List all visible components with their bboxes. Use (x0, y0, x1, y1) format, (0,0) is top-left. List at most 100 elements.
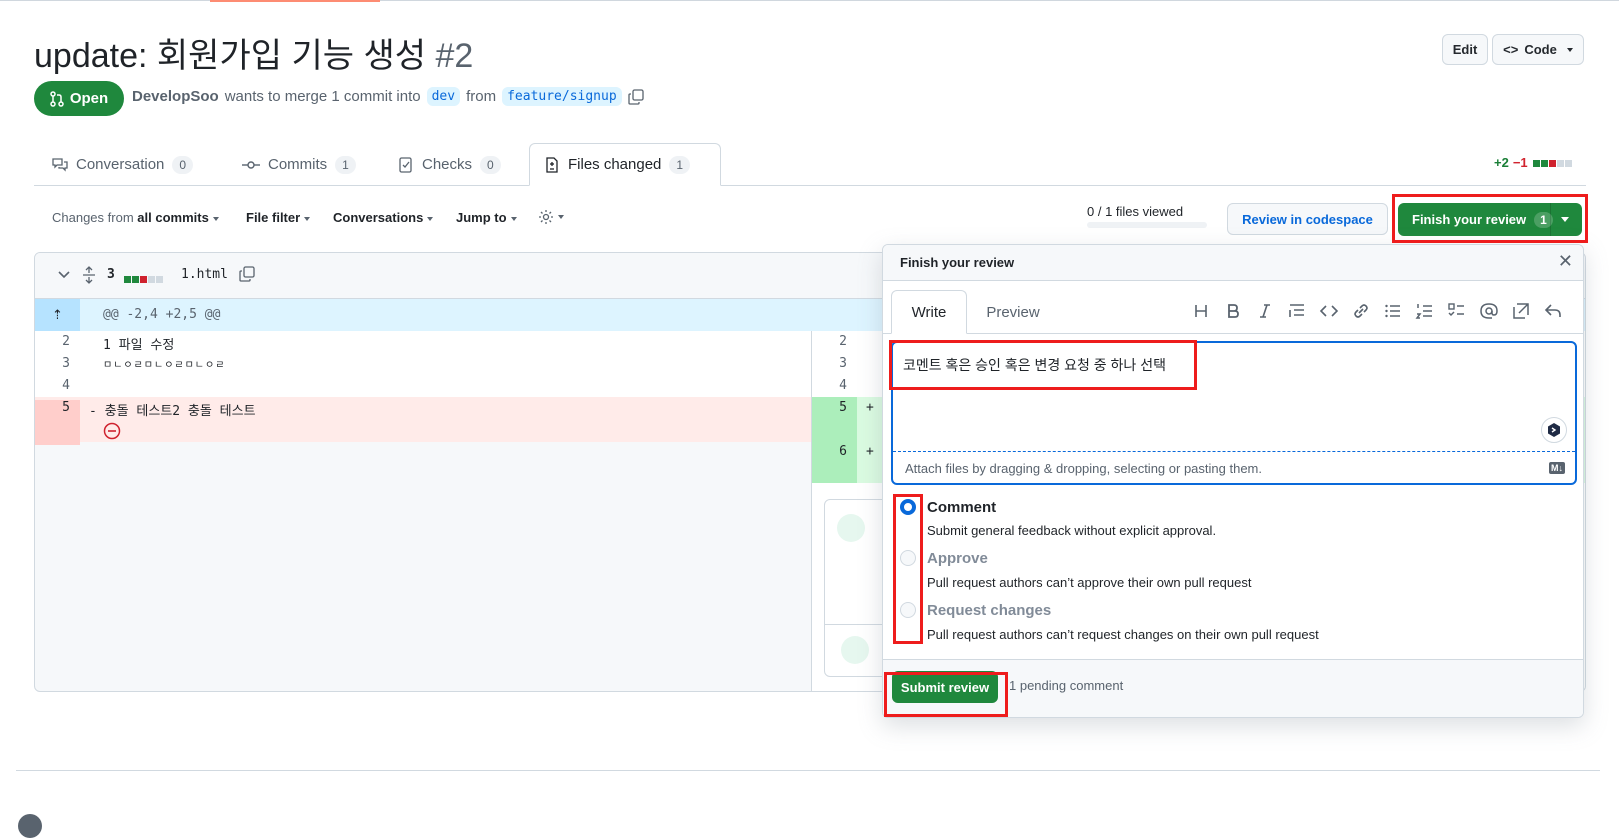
comment-option-desc: Submit general feedback without explicit… (927, 523, 1217, 538)
tab-counter: 0 (172, 155, 194, 174)
italic-icon[interactable] (1255, 301, 1275, 321)
tab-counter: 1 (669, 155, 691, 174)
file-name[interactable]: 1.html (181, 267, 228, 282)
jump-to-label: Jump to (456, 210, 507, 225)
edit-button-label: Edit (1452, 42, 1478, 57)
bold-icon[interactable] (1223, 301, 1243, 321)
chevron-down-icon (212, 216, 219, 221)
comment-option-label[interactable]: Comment (927, 499, 996, 516)
checklist-icon (399, 156, 412, 173)
button-divider (1550, 203, 1551, 236)
conversations-label: Conversations (333, 210, 424, 225)
submit-review-button[interactable]: Submit review (892, 671, 998, 703)
tab-commits[interactable]: Commits 1 (228, 143, 370, 186)
active-nav-underline (210, 0, 380, 2)
file-diffstat-bar (123, 270, 163, 288)
tab-label: Conversation (76, 156, 165, 173)
status-badge: Open (34, 81, 124, 116)
line-number[interactable]: 6 (812, 444, 857, 459)
unordered-list-icon[interactable] (1383, 301, 1403, 321)
approve-radio[interactable] (900, 550, 916, 566)
copilot-icon[interactable] (1541, 417, 1567, 443)
comment-discussion-icon (52, 157, 68, 172)
request-changes-radio[interactable] (900, 602, 916, 618)
quote-icon[interactable] (1287, 301, 1307, 321)
tab-files-changed[interactable]: Files changed 1 (529, 143, 721, 186)
review-comment-field[interactable]: 코멘트 혹은 승인 혹은 변경 요청 중 하나 선택 Attach files … (891, 341, 1577, 485)
line-number[interactable]: 4 (35, 378, 80, 393)
head-branch[interactable]: feature/signup (502, 87, 622, 106)
comment-radio[interactable] (900, 499, 916, 515)
line-number[interactable]: 2 (35, 334, 80, 349)
tab-conversation[interactable]: Conversation 0 (38, 143, 207, 186)
conversations-dropdown[interactable]: Conversations (333, 210, 434, 225)
expand-up-icon[interactable]: ⇡ (35, 299, 80, 331)
tab-label: Write (911, 303, 947, 321)
expand-icon[interactable] (81, 266, 97, 284)
status-label: Open (69, 90, 109, 107)
close-icon[interactable]: ✕ (1558, 251, 1573, 272)
base-branch[interactable]: dev (426, 87, 461, 106)
line-number[interactable]: 5 (812, 400, 857, 415)
attach-files-hint[interactable]: Attach files by dragging & dropping, sel… (905, 461, 1262, 476)
reply-icon[interactable] (1543, 301, 1563, 321)
diff-settings-dropdown[interactable] (538, 208, 564, 225)
finish-review-button[interactable]: Finish your review 1 (1398, 203, 1582, 236)
avatar (18, 814, 42, 838)
pending-comment-count: 1 pending comment (1009, 678, 1124, 693)
request-changes-option-label[interactable]: Request changes (927, 602, 1051, 619)
chevron-down-icon (427, 216, 434, 221)
request-changes-option-desc: Pull request authors can’t request chang… (927, 627, 1319, 642)
line-number[interactable]: 5 (35, 400, 80, 445)
tab-write[interactable]: Write (891, 290, 967, 334)
line-number[interactable]: 3 (35, 356, 80, 371)
approve-option-label[interactable]: Approve (927, 550, 988, 567)
from-text: from (466, 88, 497, 105)
chevron-down-icon (1566, 47, 1573, 52)
tab-checks[interactable]: Checks 0 (384, 143, 515, 186)
file-filter-dropdown[interactable]: File filter (246, 210, 311, 225)
copy-icon[interactable] (239, 266, 255, 282)
finish-review-label: Finish your review (1412, 212, 1527, 227)
line-code: 1 파일 수정 (103, 338, 175, 353)
additions-count: +2 (1494, 155, 1509, 170)
avatar (841, 636, 869, 664)
pr-title: update: 회원가입 기능 생성 (34, 37, 427, 75)
changes-from-dropdown[interactable]: Changes from all commits (52, 210, 219, 225)
line-code: ㅁㄴㅇㄹㅁㄴㅇㄹㅁㄴㅇㄹ (103, 360, 226, 371)
cross-reference-icon[interactable] (1511, 301, 1531, 321)
tab-preview[interactable]: Preview (983, 290, 1043, 334)
line-number[interactable]: 2 (812, 334, 857, 349)
hunk-range: @@ -2,4 +2,5 @@ (103, 307, 221, 322)
code-icon: <> (1503, 42, 1519, 57)
diffstat-bar (1532, 155, 1572, 170)
heading-icon[interactable] (1191, 301, 1211, 321)
tasklist-icon[interactable] (1447, 301, 1467, 321)
link-icon[interactable] (1351, 301, 1371, 321)
files-viewed-progress (1087, 222, 1207, 228)
ordered-list-icon[interactable] (1415, 301, 1435, 321)
no-entry-icon (103, 422, 121, 440)
code-button[interactable]: <> Code (1492, 34, 1584, 65)
review-in-codespace-button[interactable]: Review in codespace (1227, 203, 1388, 235)
chevron-down-icon (304, 216, 311, 221)
edit-button[interactable]: Edit (1442, 34, 1488, 65)
chevron-down-icon (510, 216, 517, 221)
diff-line: 3 ㅁㄴㅇㄹㅁㄴㅇㄹㅁㄴㅇㄹ (35, 353, 811, 375)
line-code: + (866, 400, 874, 415)
jump-to-dropdown[interactable]: Jump to (456, 210, 517, 225)
line-code: + (866, 444, 874, 459)
changes-from-label: Changes from (52, 210, 134, 225)
line-number[interactable]: 3 (812, 356, 857, 371)
copy-icon[interactable] (628, 88, 644, 105)
author-link[interactable]: DevelopSoo (132, 88, 219, 105)
pr-meta: DevelopSoo wants to merge 1 commit into … (132, 87, 644, 106)
line-number[interactable]: 4 (812, 378, 857, 393)
code-icon[interactable] (1319, 301, 1339, 321)
avatar (837, 514, 865, 542)
chevron-down-icon[interactable] (1561, 217, 1569, 222)
merge-text: wants to merge 1 commit into (224, 88, 421, 105)
mention-icon[interactable] (1479, 301, 1499, 321)
diff-line: 2 1 파일 수정 (35, 331, 811, 353)
chevron-down-icon[interactable] (57, 270, 71, 280)
